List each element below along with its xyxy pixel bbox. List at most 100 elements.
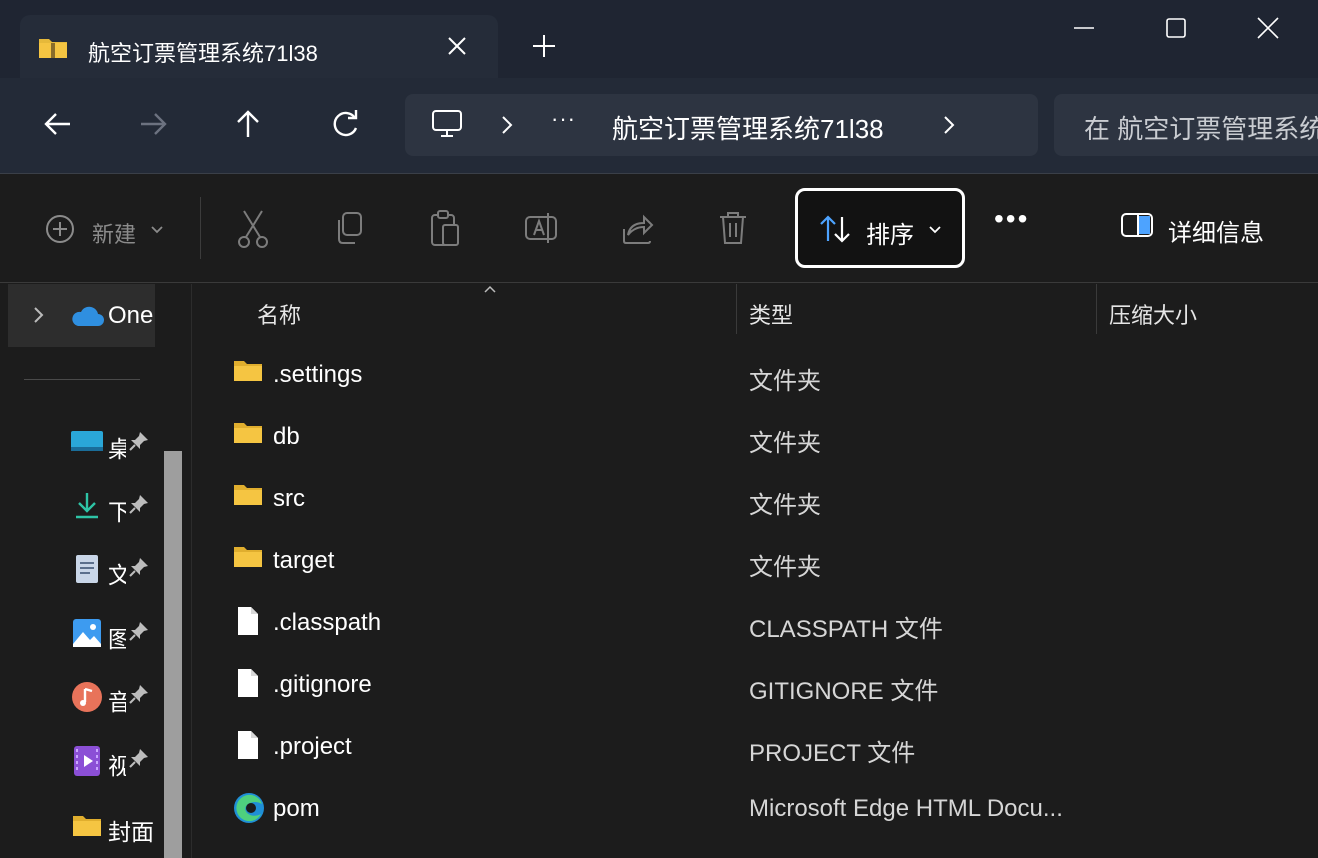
rename-icon[interactable] <box>524 209 560 254</box>
onedrive-cloud-icon <box>70 306 104 333</box>
file-type: 文件夹 <box>749 430 821 457</box>
file-type: 文件夹 <box>749 492 821 519</box>
folder-icon <box>70 811 104 844</box>
more-options-button[interactable]: ••• <box>994 203 1029 235</box>
share-icon[interactable] <box>620 209 656 254</box>
file-name: src <box>273 485 305 512</box>
sidebar-item-label: 音乐 <box>108 683 126 717</box>
column-divider[interactable] <box>736 284 737 334</box>
folder-icon <box>233 544 263 575</box>
pin-icon[interactable] <box>128 430 150 457</box>
table-row[interactable]: src 文件夹 <box>193 468 1318 530</box>
cut-icon[interactable] <box>236 209 270 254</box>
delete-icon[interactable] <box>716 209 750 254</box>
folder-icon <box>233 482 263 513</box>
file-type: 文件夹 <box>749 368 821 395</box>
breadcrumb-folder[interactable]: 航空订票管理系统71l38 <box>612 109 884 146</box>
navigation-pane: One 桌面 下载 文档 图片 音乐 视频 封面 <box>0 284 192 858</box>
file-icon <box>233 668 263 703</box>
chevron-down-icon <box>929 226 941 234</box>
pin-icon[interactable] <box>128 556 150 583</box>
maximize-icon[interactable] <box>1162 14 1190 42</box>
file-name: .settings <box>273 361 363 388</box>
sidebar-divider <box>24 379 140 380</box>
sidebar-item-label: 文档 <box>108 556 126 590</box>
sidebar-item-label: One <box>108 302 154 329</box>
file-type: PROJECT 文件 <box>749 740 916 767</box>
minimize-icon[interactable] <box>1070 14 1098 42</box>
command-separator <box>200 197 201 259</box>
sidebar-item-onedrive[interactable]: One <box>8 284 155 347</box>
pin-icon[interactable] <box>128 683 150 710</box>
search-placeholder[interactable]: 在 航空订票管理系统71l38 中搜索 <box>1084 109 1318 146</box>
chevron-down-icon <box>151 226 163 234</box>
picture-icon <box>70 618 104 653</box>
sidebar-item-videos[interactable]: 视频 <box>70 741 170 781</box>
close-window-icon[interactable] <box>1254 14 1282 42</box>
pin-icon[interactable] <box>128 493 150 520</box>
address-bar[interactable]: ··· 航空订票管理系统71l38 <box>405 94 1038 156</box>
sort-button[interactable]: 排序 <box>795 188 965 268</box>
chevron-right-icon[interactable] <box>941 114 957 141</box>
column-header-type[interactable]: 类型 <box>749 298 793 350</box>
file-name: .project <box>273 733 352 760</box>
command-bar: 新建 排序 ••• 详细信息 <box>0 175 1318 283</box>
back-arrow-icon[interactable] <box>40 106 76 142</box>
file-name: target <box>273 547 335 574</box>
up-arrow-icon[interactable] <box>230 106 266 142</box>
sidebar-item-downloads[interactable]: 下载 <box>70 487 170 527</box>
new-tab-icon[interactable] <box>530 32 558 60</box>
column-header-name[interactable]: 名称 <box>257 298 301 350</box>
sidebar-item-label: 下载 <box>108 493 126 527</box>
forward-arrow-icon[interactable] <box>135 106 171 142</box>
sidebar-item-cover-folder[interactable]: 封面 <box>70 807 170 847</box>
table-row[interactable]: .classpath CLASSPATH 文件 <box>193 592 1318 654</box>
pin-icon[interactable] <box>128 620 150 647</box>
file-type: GITIGNORE 文件 <box>749 678 939 705</box>
details-button[interactable]: 详细信息 <box>1120 211 1264 247</box>
folder-icon <box>233 358 263 389</box>
table-row[interactable]: pom Microsoft Edge HTML Docu... <box>193 778 1318 840</box>
tab-active[interactable]: 航空订票管理系统71l38 <box>20 15 498 78</box>
table-row[interactable]: db 文件夹 <box>193 406 1318 468</box>
file-name: pom <box>273 795 320 822</box>
chevron-right-icon[interactable] <box>32 305 46 330</box>
paste-icon[interactable] <box>428 209 462 254</box>
file-icon <box>233 606 263 641</box>
new-button[interactable]: 新建 <box>44 213 163 250</box>
tab-title: 航空订票管理系统71l38 <box>88 41 318 66</box>
column-divider[interactable] <box>1096 284 1097 334</box>
title-bar: 航空订票管理系统71l38 <box>0 0 1318 78</box>
file-type: 文件夹 <box>749 554 821 581</box>
download-icon <box>70 491 104 524</box>
computer-icon[interactable] <box>431 108 463 145</box>
sidebar-item-desktop[interactable]: 桌面 <box>70 424 170 464</box>
sidebar-item-label: 视频 <box>108 747 126 781</box>
file-list: 名称 类型 压缩大小 .settings 文件夹 db 文件夹 src 文件夹 … <box>193 284 1318 858</box>
sidebar-item-pictures[interactable]: 图片 <box>70 614 170 654</box>
pin-icon[interactable] <box>128 747 150 774</box>
file-name: .gitignore <box>273 671 372 698</box>
close-tab-icon[interactable] <box>444 33 470 59</box>
table-row[interactable]: .project PROJECT 文件 <box>193 716 1318 778</box>
file-name: db <box>273 423 300 450</box>
details-button-label: 详细信息 <box>1168 220 1264 247</box>
plus-circle-icon <box>46 215 74 243</box>
chevron-right-icon[interactable] <box>499 114 515 141</box>
sidebar-item-music[interactable]: 音乐 <box>70 677 170 717</box>
table-row[interactable]: target 文件夹 <box>193 530 1318 592</box>
refresh-icon[interactable] <box>327 106 363 142</box>
sidebar-scrollbar[interactable] <box>164 451 182 858</box>
column-header-compressed-size[interactable]: 压缩大小 <box>1109 298 1197 350</box>
sort-ascending-caret-icon <box>483 282 497 300</box>
table-row[interactable]: .gitignore GITIGNORE 文件 <box>193 654 1318 716</box>
sidebar-item-documents[interactable]: 文档 <box>70 550 170 590</box>
table-row[interactable]: .settings 文件夹 <box>193 344 1318 406</box>
breadcrumb-more[interactable]: ··· <box>551 106 576 132</box>
folder-icon <box>233 420 263 451</box>
music-icon <box>70 681 104 718</box>
sidebar-item-label: 图片 <box>108 620 126 654</box>
search-box[interactable]: 在 航空订票管理系统71l38 中搜索 <box>1054 94 1318 156</box>
copy-icon[interactable] <box>332 209 366 254</box>
file-name: .classpath <box>273 609 382 636</box>
